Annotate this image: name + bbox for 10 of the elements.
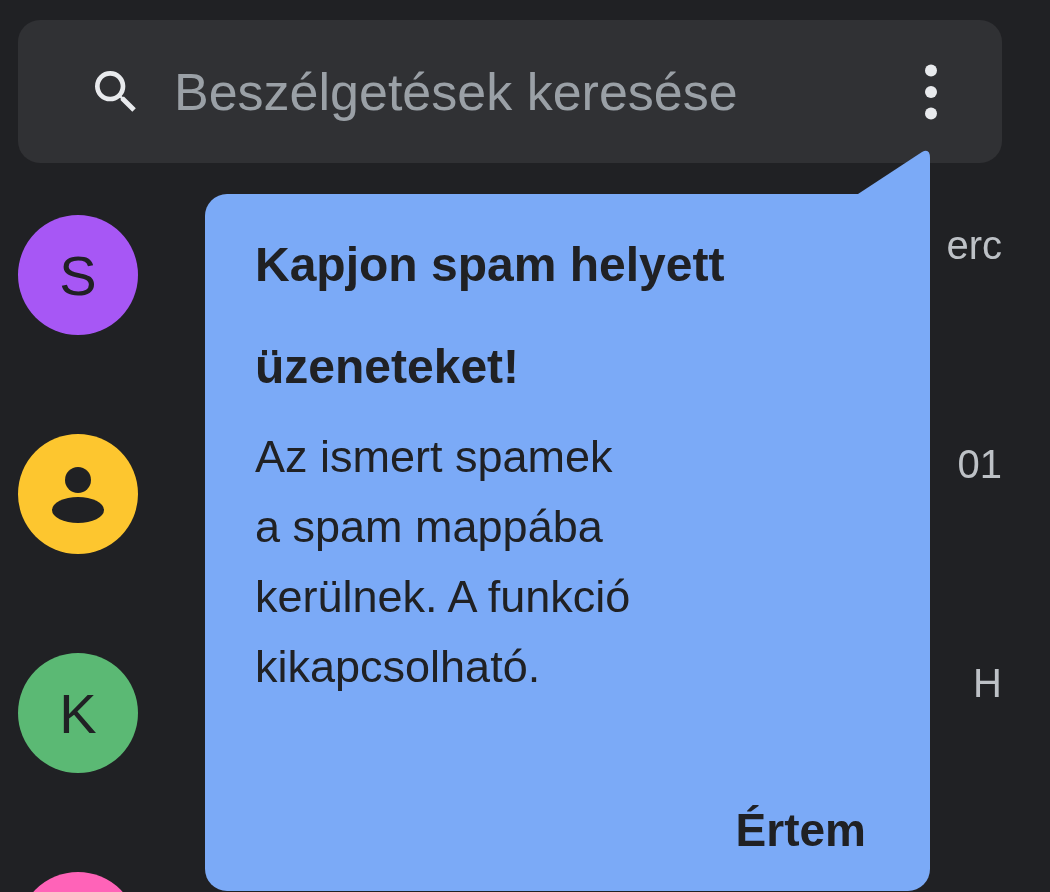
tooltip-text: Az ismert spamek a spam mappába kerülnek. A funkció kikapcsolható. <box>255 430 632 694</box>
search-field[interactable]: Beszélgetések keresése <box>174 61 920 122</box>
tooltip-title: Kapjon spam helyett üzeneteket! <box>255 237 726 395</box>
dismiss-button[interactable]: Értem <box>729 797 872 863</box>
message-time: H <box>973 661 1002 706</box>
message-time: 01 <box>957 442 1002 487</box>
message-time: erc <box>946 223 1002 268</box>
search-bar[interactable]: Beszélgetések keresése <box>18 20 1002 163</box>
avatar: K <box>18 653 138 773</box>
avatar: S <box>18 215 138 335</box>
